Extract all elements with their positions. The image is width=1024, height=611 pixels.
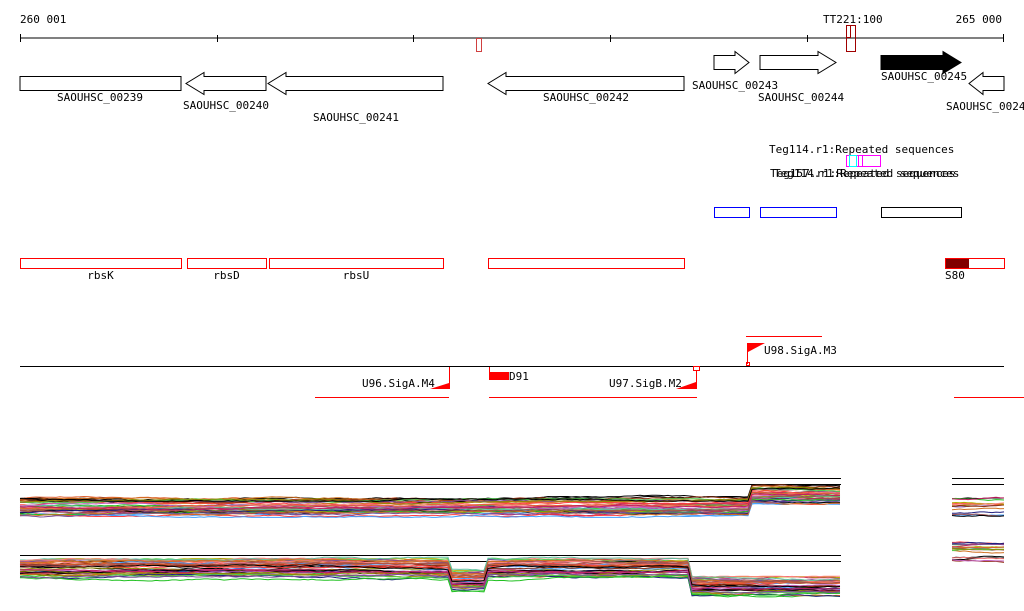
- expression-tracks: [19, 478, 1005, 598]
- gene-arrow-icon[interactable]: [759, 50, 837, 75]
- expression-line: [951, 507, 1005, 511]
- gene-label: SAOUHSC_00239: [57, 91, 143, 104]
- repeat-overlap-label-2: Teg114.r1:Repeated sequences: [774, 167, 959, 180]
- promoter-label[interactable]: D91: [509, 370, 529, 383]
- promoter-label[interactable]: U97.SigB.M2: [609, 377, 682, 390]
- promoter-track: U98.SigA.M3 U96.SigA.M4 D91 U97.SigB.M2: [20, 336, 1024, 398]
- operon-label: S80: [945, 269, 965, 282]
- repeat-box[interactable]: [858, 155, 863, 167]
- gene-label: SAOUHSC_00241: [313, 111, 399, 124]
- cds-box[interactable]: [714, 207, 750, 218]
- gene-label: SAOUHSC_00242: [543, 91, 629, 104]
- operon-label: rbsU: [343, 269, 370, 282]
- cds-track: [714, 207, 962, 218]
- gene-label: SAOUHSC_00244: [758, 91, 844, 104]
- cds-box[interactable]: [881, 207, 962, 218]
- axis-start-label: 260 001: [20, 13, 66, 26]
- gene-arrow-icon[interactable]: [713, 50, 750, 75]
- axis-end-label: 265 000: [956, 13, 1002, 26]
- gene-arrow-icon[interactable]: [19, 76, 182, 91]
- operon-rbsD[interactable]: rbsD: [187, 258, 267, 283]
- tt221-marker-inner: [846, 25, 851, 38]
- operon-label: rbsD: [213, 269, 240, 282]
- gene-SAOUHSC_00245[interactable]: SAOUHSC_00245: [880, 50, 967, 84]
- promoter-flag-icon: [748, 343, 765, 352]
- expression-line: [952, 511, 1005, 514]
- marker-box[interactable]: [476, 38, 482, 52]
- gene-SAOUHSC_00244[interactable]: SAOUHSC_00244: [758, 50, 844, 105]
- gene-label: SAOUHSC_00240: [183, 99, 269, 112]
- genome-browser: 260 001 265 000 TT221:100 SAOUHSC_00239S…: [19, 13, 1024, 598]
- coordinate-axis: 260 001 265 000 TT221:100: [20, 13, 1004, 52]
- promoter-label[interactable]: U98.SigA.M3: [764, 344, 837, 357]
- operon-S80[interactable]: S80: [945, 258, 1005, 282]
- repeat-box[interactable]: [849, 155, 857, 167]
- repeat-box[interactable]: [846, 155, 881, 167]
- expression-track-1: [19, 478, 1005, 518]
- marker-label: TT221:100: [823, 13, 883, 26]
- operon-unnamed[interactable]: [488, 258, 685, 269]
- repeat-label: Teg114.r1:Repeated sequences: [769, 143, 954, 156]
- gene-label: SAOUHSC_00246: [946, 100, 1024, 113]
- gene-SAOUHSC_00239[interactable]: SAOUHSC_00239: [19, 76, 182, 105]
- gene-arrow-icon[interactable]: [267, 71, 444, 96]
- terminator-box[interactable]: [489, 372, 509, 380]
- gene-SAOUHSC_00242[interactable]: SAOUHSC_00242: [487, 71, 685, 105]
- gene-arrow-icon[interactable]: [185, 71, 267, 96]
- cds-box[interactable]: [760, 207, 837, 218]
- operon-rbsU[interactable]: rbsU: [269, 258, 444, 283]
- repeat-track: Teg114.r1:Repeated sequences Teg157.r1:R…: [769, 143, 959, 180]
- gene-label: SAOUHSC_00245: [881, 70, 967, 83]
- operon-rbsK[interactable]: rbsK: [20, 258, 182, 283]
- promoter-label[interactable]: U96.SigA.M4: [362, 377, 435, 390]
- expression-line: [951, 550, 1005, 554]
- operon-label: rbsK: [87, 269, 114, 282]
- expression-track-2: [19, 541, 1005, 598]
- expression-line: [951, 542, 1005, 545]
- operon-track: rbsK rbsD rbsU S80: [20, 258, 1005, 283]
- gene-arrow-icon[interactable]: [968, 71, 1005, 96]
- expression-line: [19, 483, 841, 502]
- gene-track: SAOUHSC_00239 SAOUHSC_00240 SAOUHSC_00241 S…: [19, 50, 1024, 125]
- gene-SAOUHSC_00240[interactable]: SAOUHSC_00240: [183, 71, 269, 113]
- gene-SAOUHSC_00241[interactable]: SAOUHSC_00241: [267, 71, 444, 125]
